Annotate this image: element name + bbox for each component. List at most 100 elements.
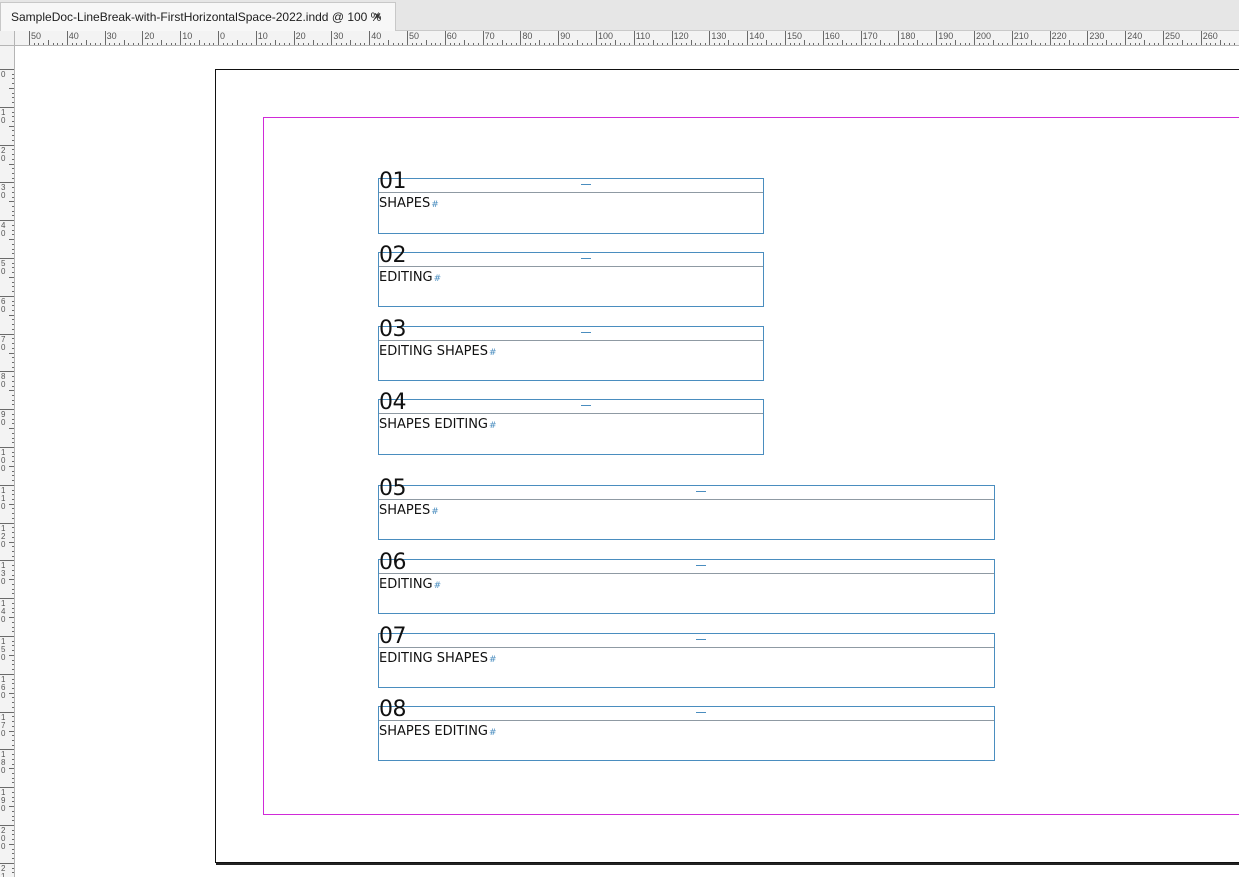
ruler-major-tick (936, 31, 938, 45)
ruler-label: 30 (106, 31, 117, 41)
frame-label-text: EDITING (379, 577, 433, 592)
ruler-major-tick (29, 31, 30, 45)
ruler-major-tick (293, 31, 295, 45)
ruler-major-tick (596, 31, 597, 45)
ruler-major-tick (671, 31, 673, 45)
ruler-major-tick (1200, 31, 1202, 45)
frame-number: 08 (379, 697, 407, 722)
ruler-label: 230 (1089, 31, 1105, 41)
ruler-major-tick (633, 31, 635, 45)
text-frame-08[interactable]: 08 SHAPES EDITING# (378, 698, 995, 761)
ruler-label: 40 (68, 31, 79, 41)
ruler-label: 2 0 0 (1, 826, 6, 851)
ruler-major-tick (974, 31, 975, 45)
frame-label: EDITING SHAPES# (379, 651, 497, 668)
text-frame-05[interactable]: 05 SHAPES# (378, 477, 995, 540)
document-page[interactable]: 01 SHAPES# 02 EDITING# 03 EDITING SHAPES… (215, 69, 1239, 863)
frame-number: 05 (379, 476, 407, 501)
hidden-char-marker (696, 712, 706, 713)
text-frame-03[interactable]: 03 EDITING SHAPES# (378, 318, 764, 381)
document-tab-bar: SampleDoc-LineBreak-with-FirstHorizontal… (0, 0, 1239, 31)
ruler-major-tick (709, 31, 711, 45)
paragraph-mark: # (489, 655, 497, 665)
ruler-major-tick (104, 31, 106, 45)
ruler-major-tick (407, 31, 408, 45)
ruler-label: 60 (446, 31, 457, 41)
ruler-label: 100 (598, 31, 614, 41)
ruler-label: 240 (1127, 31, 1143, 41)
frame-label-text: SHAPES EDITING (379, 417, 488, 432)
text-frame-01[interactable]: 01 SHAPES# (378, 170, 764, 234)
ruler-label: 1 9 0 (1, 788, 6, 814)
horizontal-ruler[interactable]: 50 40 30 20 10 0 10 20 30 40 50 60 70 80 90 100 110 120 13… (15, 31, 1239, 46)
ruler-label: 160 (824, 31, 840, 41)
ruler-label: 2 1 0 (1, 863, 6, 877)
hidden-char-marker (581, 405, 591, 406)
ruler-label: 1 2 0 (1, 523, 6, 549)
frame-label: SHAPES EDITING# (379, 724, 497, 741)
ruler-label: 1 7 0 (1, 712, 6, 738)
ruler-label: 6 0 (1, 296, 6, 314)
ruler-label: 3 0 (1, 183, 6, 201)
frame-label: EDITING# (379, 577, 441, 594)
ruler-label: 50 (409, 31, 420, 41)
ruler-major-tick (1163, 31, 1164, 45)
close-icon[interactable]: × (374, 9, 381, 23)
text-frame-06[interactable]: 06 EDITING# (378, 551, 995, 614)
ruler-label: 0 (220, 31, 226, 41)
ruler-major-tick (898, 31, 900, 45)
frame-label-text: SHAPES EDITING (379, 724, 488, 739)
ruler-label: 150 (787, 31, 803, 41)
frame-divider (379, 720, 994, 721)
hidden-char-marker (696, 565, 706, 566)
frame-divider (379, 499, 994, 500)
ruler-major-tick (1125, 31, 1127, 45)
frame-number: 06 (379, 550, 407, 575)
paragraph-mark: # (489, 421, 497, 431)
ruler-label: 1 0 0 (1, 448, 6, 473)
ruler-label: 200 (976, 31, 992, 41)
ruler-label: 2 0 (1, 145, 6, 163)
frame-number: 03 (379, 317, 407, 342)
paragraph-mark: # (433, 274, 442, 284)
ruler-origin-corner[interactable] (0, 31, 15, 46)
vertical-ruler[interactable]: 0 1 0 2 0 3 0 4 0 5 0 6 0 7 0 8 0 9 0 1 0 0 1 1 0 1 … (0, 46, 15, 877)
text-frame-07[interactable]: 07 EDITING SHAPES# (378, 625, 995, 688)
ruler-label: 8 0 (1, 372, 6, 390)
pasteboard[interactable]: 01 SHAPES# 02 EDITING# 03 EDITING SHAPES… (15, 46, 1239, 877)
paragraph-mark: # (489, 728, 497, 738)
frame-number: 04 (379, 390, 407, 415)
frame-label: SHAPES# (379, 196, 439, 213)
ruler-label: 20 (295, 31, 306, 41)
ruler-label: 1 8 0 (1, 750, 6, 776)
ruler-label: 10 (257, 31, 268, 41)
ruler-label: 110 (635, 31, 651, 41)
ruler-label: 30 (333, 31, 344, 41)
document-tab[interactable]: SampleDoc-LineBreak-with-FirstHorizontal… (0, 2, 396, 31)
ruler-label: 90 (560, 31, 571, 41)
ruler-label: 180 (900, 31, 916, 41)
ruler-label: 40 (371, 31, 382, 41)
frame-label: EDITING SHAPES# (379, 344, 497, 361)
ruler-label: 120 (673, 31, 689, 41)
text-frame-02[interactable]: 02 EDITING# (378, 244, 764, 307)
frame-label: EDITING# (379, 270, 441, 287)
hidden-char-marker (696, 639, 706, 640)
paragraph-mark: # (431, 200, 439, 210)
ruler-label: 1 4 0 (1, 599, 6, 625)
ruler-label: 10 (182, 31, 193, 41)
frame-label: SHAPES# (379, 503, 439, 520)
frame-divider (379, 266, 763, 267)
paragraph-mark: # (433, 581, 442, 591)
frame-label-text: EDITING SHAPES (379, 651, 488, 666)
text-frame-04[interactable]: 04 SHAPES EDITING# (378, 391, 764, 455)
ruler-label: 20 (144, 31, 155, 41)
document-tab-title: SampleDoc-LineBreak-with-FirstHorizontal… (11, 10, 382, 24)
ruler-major-tick (66, 31, 68, 45)
ruler-major-tick (558, 31, 560, 45)
frame-divider (379, 647, 994, 648)
hidden-char-marker (581, 184, 591, 185)
ruler-major-tick (142, 31, 144, 45)
ruler-major-tick (1011, 31, 1013, 45)
ruler-major-tick (218, 31, 219, 45)
